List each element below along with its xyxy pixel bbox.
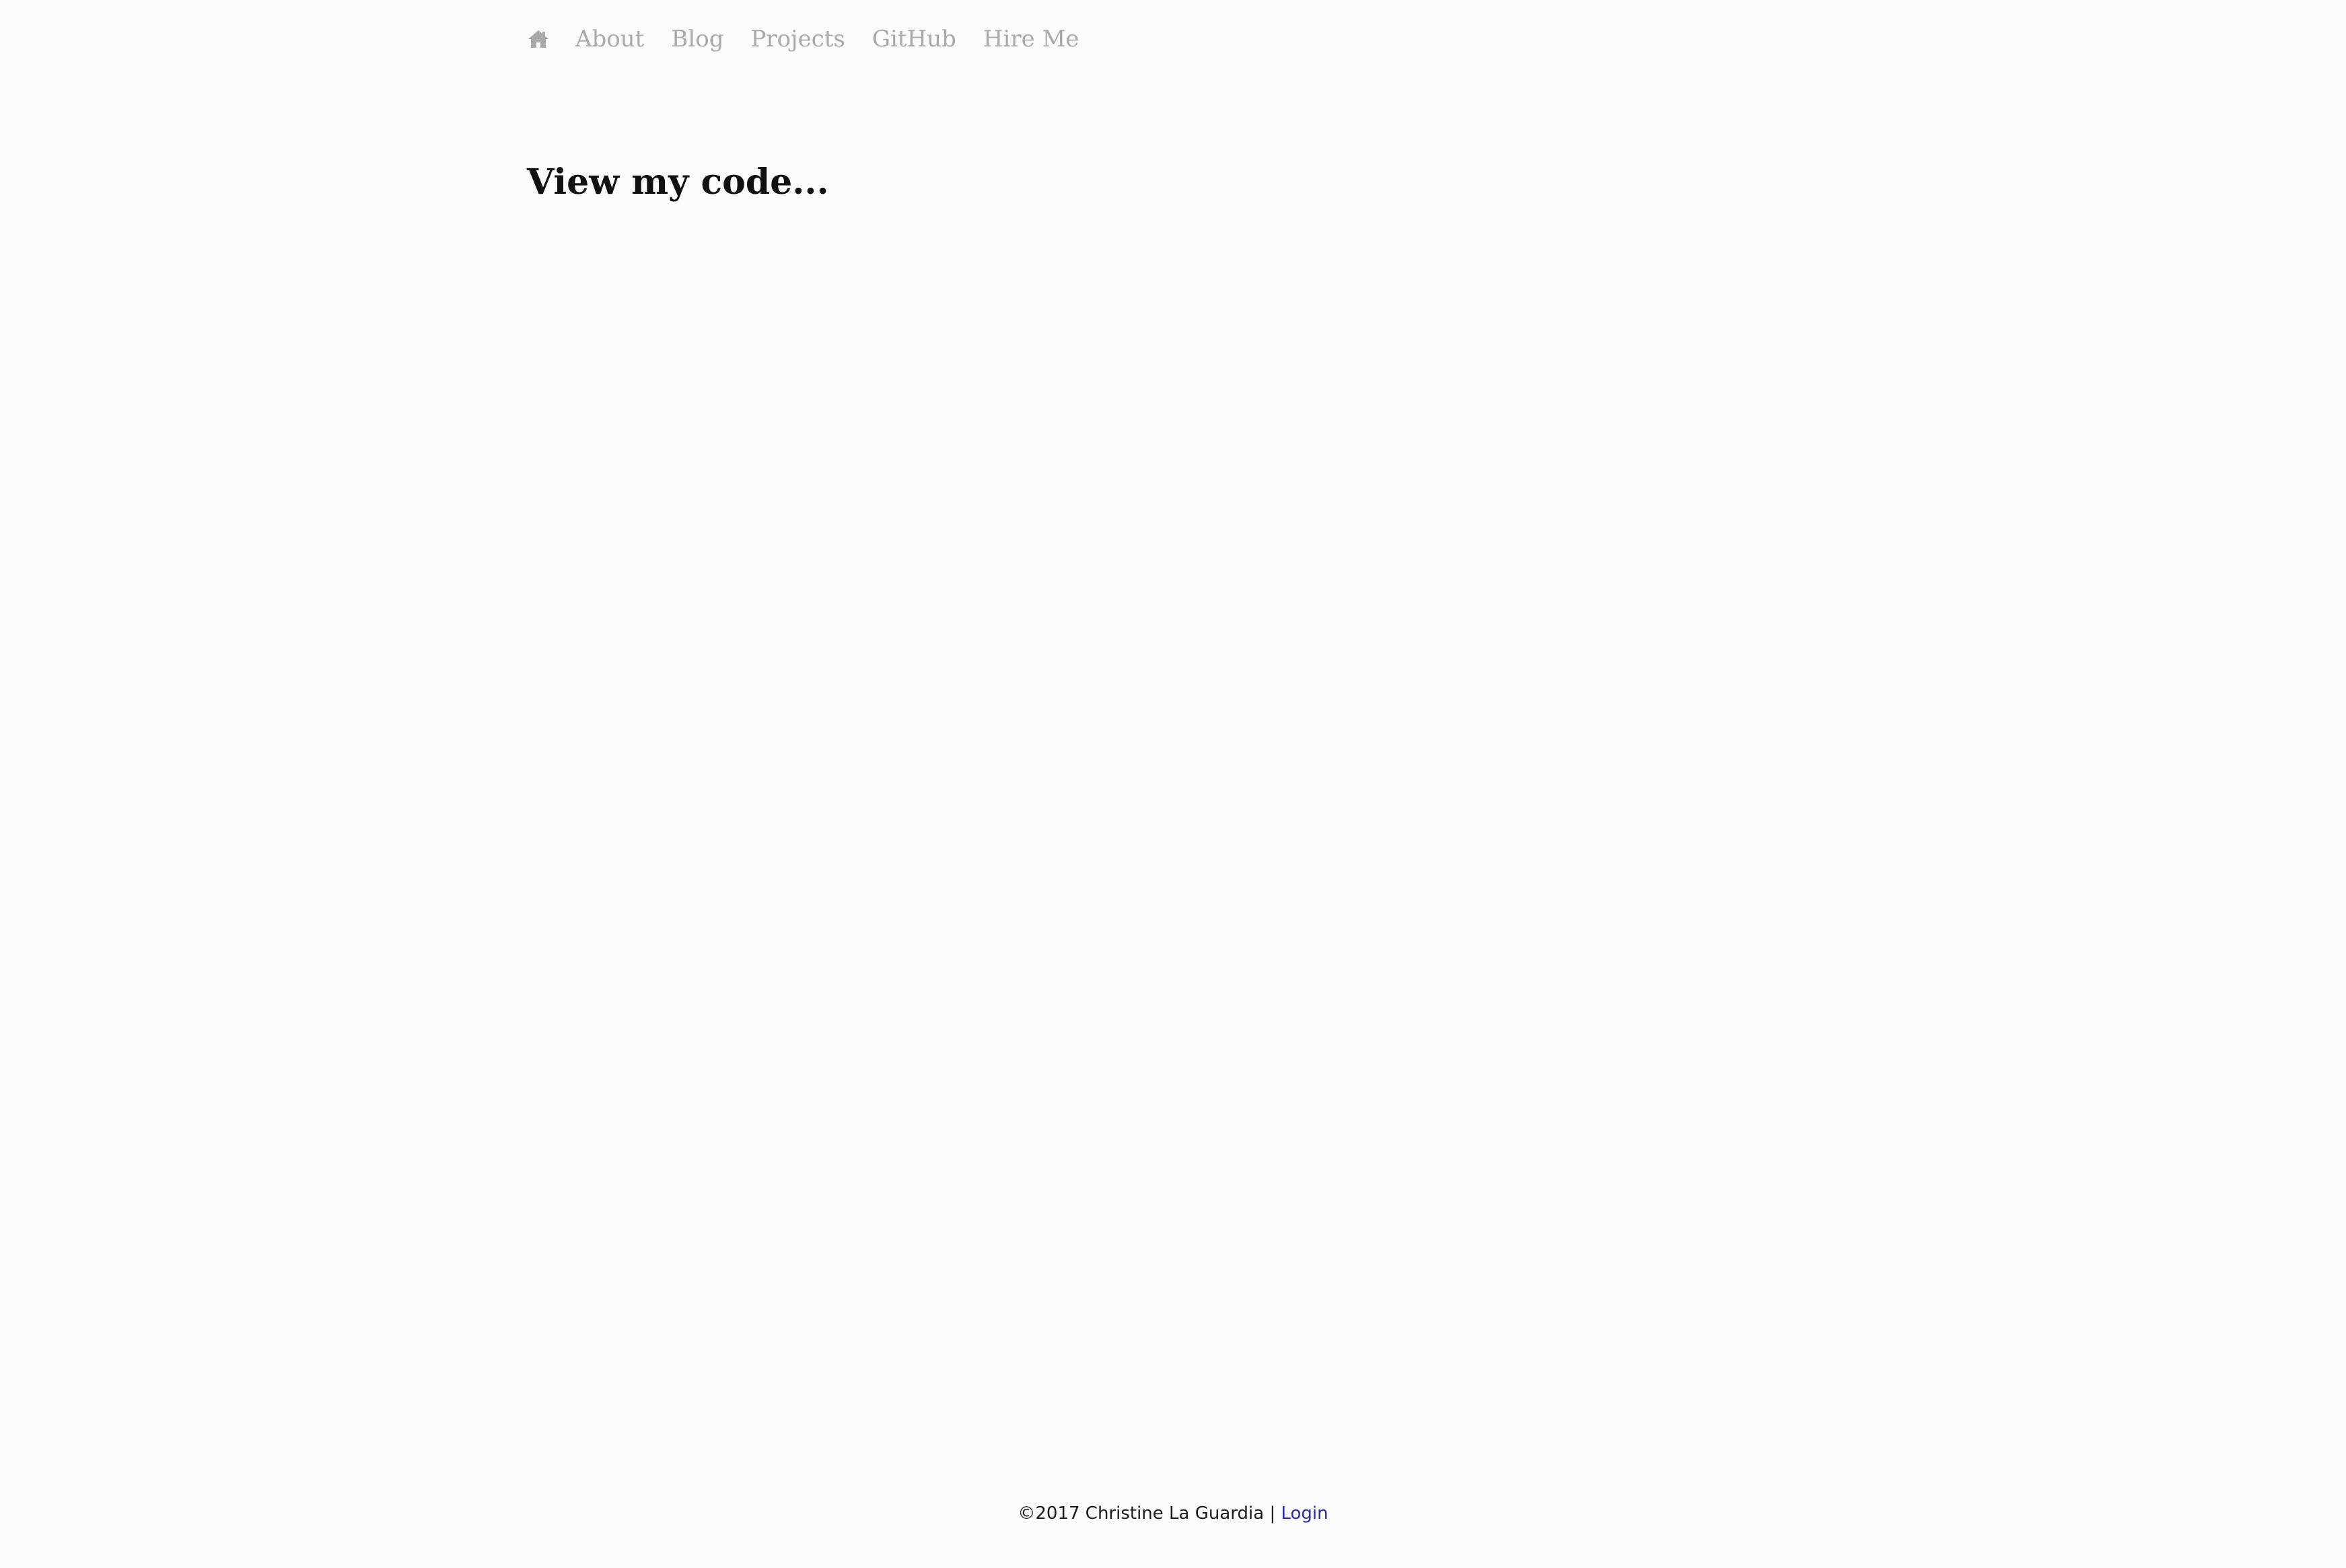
nav-link-blog[interactable]: Blog — [671, 23, 723, 55]
home-link[interactable] — [527, 28, 550, 50]
page-title: View my code... — [527, 162, 829, 203]
footer: ©2017 Christine La Guardia | Login — [0, 1500, 2346, 1527]
footer-copyright: ©2017 Christine La Guardia — [1018, 1503, 1265, 1524]
nav-link-about[interactable]: About — [575, 23, 644, 55]
top-nav: About Blog Projects GitHub Hire Me — [527, 23, 1106, 55]
nav-link-hire-me[interactable]: Hire Me — [983, 23, 1079, 55]
login-link[interactable]: Login — [1281, 1503, 1328, 1524]
nav-link-projects[interactable]: Projects — [750, 23, 845, 55]
page: { "nav": { "home_icon": "home-icon", "it… — [0, 0, 2346, 1568]
nav-link-github[interactable]: GitHub — [872, 23, 956, 55]
home-icon — [528, 30, 548, 48]
footer-separator: | — [1269, 1503, 1276, 1524]
